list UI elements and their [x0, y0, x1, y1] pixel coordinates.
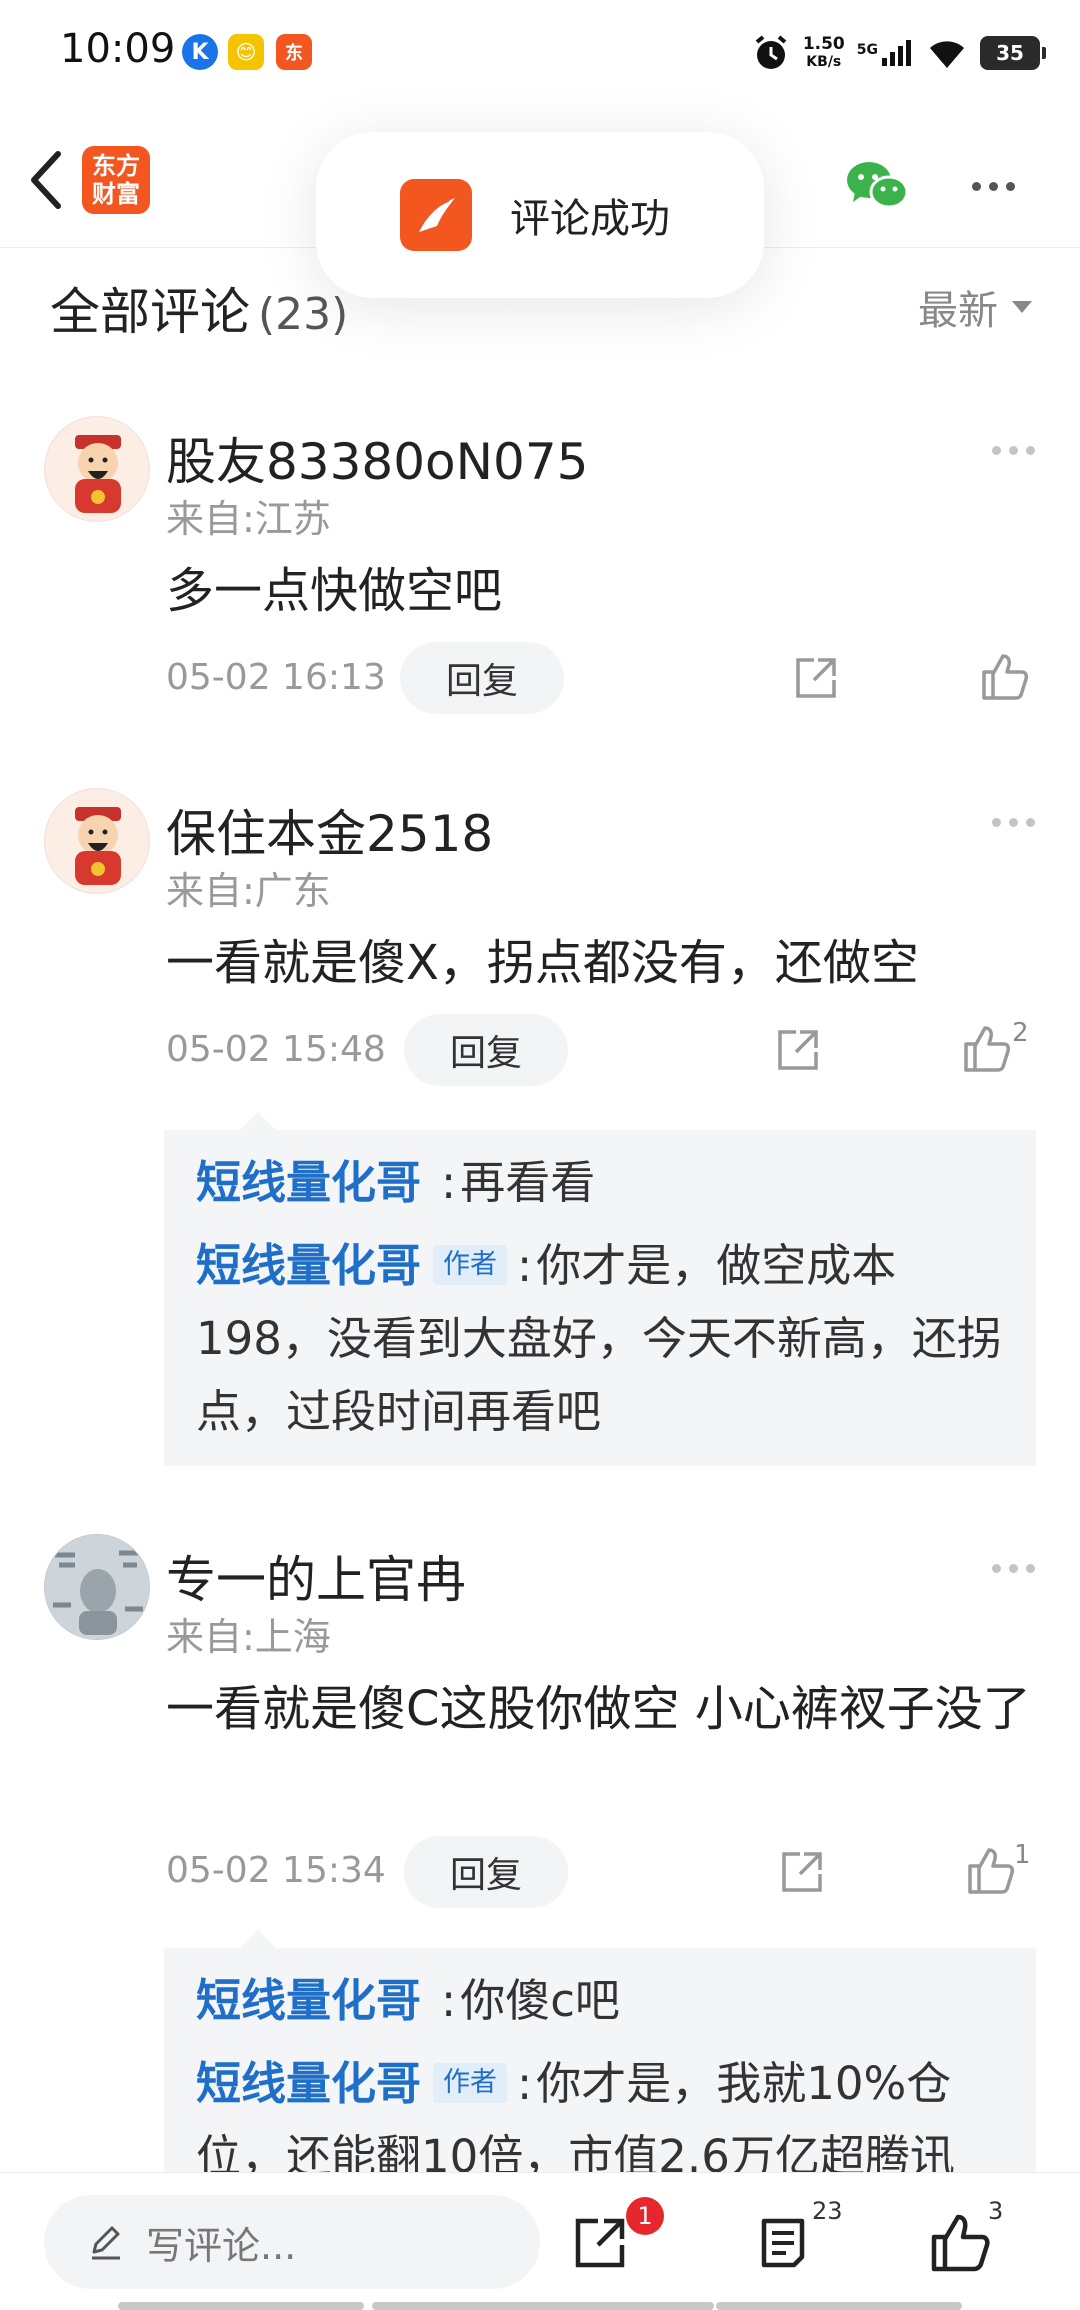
comment-location: 来自:上海: [166, 1615, 331, 1659]
alarm-icon: [755, 35, 787, 69]
eastmoney-logo[interactable]: 东方 财富: [82, 146, 150, 214]
like-count: 1: [1014, 1840, 1031, 1870]
thumbs-up-icon[interactable]: [930, 2213, 990, 2273]
comments-header: 全部评论 (23): [50, 272, 348, 344]
comment-item: 股友83380oN075 来自:江苏 多一点快做空吧 05-02 16:13 回…: [0, 410, 1080, 750]
home-indicator: [118, 2302, 364, 2310]
comment-username[interactable]: 保住本金2518: [166, 794, 493, 866]
reply-button[interactable]: 回复: [404, 1836, 568, 1908]
comment-time: 05-02 15:34: [166, 1850, 386, 1891]
reply-thread: 短线量化哥:再看看 短线量化哥 作者:你才是，做空成本198，没看到大盘好，今天不…: [164, 1130, 1036, 1466]
reply-item[interactable]: 短线量化哥 作者:你才是，做空成本198，没看到大盘好，今天不新高，还拐点，过段时…: [196, 1229, 1006, 1448]
comments-count: (23): [258, 289, 349, 340]
comment-more-icon[interactable]: [992, 440, 1052, 455]
eastmoney-app-icon: [400, 179, 472, 251]
clock: 10:09: [60, 26, 176, 72]
share-icon[interactable]: [570, 2213, 630, 2273]
reply-author[interactable]: 短线量化哥: [196, 1974, 421, 2027]
comment-text[interactable]: 一看就是傻C这股你做空 小心裤衩子没了: [166, 1672, 1046, 1746]
more-options-icon[interactable]: [972, 176, 1032, 192]
status-bar: 10:09 K 😊 东 1.50 KB/s 5G 35: [0, 0, 1080, 110]
write-comment-placeholder: 写评论...: [146, 2223, 297, 2268]
triangle-down-icon: [1012, 301, 1032, 313]
avatar[interactable]: [44, 416, 150, 522]
reply-item[interactable]: 短线量化哥:你傻c吧: [196, 1964, 1006, 2037]
battery-icon: 35: [980, 36, 1046, 70]
reply-button[interactable]: 回复: [400, 642, 564, 714]
comment-text[interactable]: 一看就是傻X，拐点都没有，还做空: [166, 926, 1046, 1000]
thumbs-up-icon[interactable]: [980, 652, 1030, 702]
wechat-share-icon[interactable]: [845, 158, 909, 214]
comment-time: 05-02 15:48: [166, 1029, 386, 1070]
thumbs-up-icon[interactable]: [966, 1846, 1016, 1896]
comment-location: 来自:江苏: [166, 497, 331, 541]
avatar[interactable]: [44, 1534, 150, 1640]
comments-title: 全部评论: [50, 283, 250, 341]
k-app-notification-icon: K: [182, 34, 218, 70]
eastmoney-notification-icon: 东: [276, 34, 312, 70]
comment-item: 专一的上官冉 来自:上海 一看就是傻C这股你做空 小心裤衩子没了 05-02 1…: [0, 1528, 1080, 2211]
signal-icon: 5G: [857, 38, 914, 68]
sort-dropdown[interactable]: 最新: [918, 278, 1032, 336]
reply-text: 再看看: [460, 1156, 596, 1209]
comment-item: 保住本金2518 来自:广东 一看就是傻X，拐点都没有，还做空 05-02 15…: [0, 782, 1080, 1482]
like-count: 2: [1012, 1018, 1029, 1048]
home-indicator: [372, 2302, 714, 2310]
comment-location: 来自:广东: [166, 869, 331, 913]
share-badge: 1: [626, 2197, 664, 2235]
success-toast: 评论成功: [316, 132, 764, 298]
author-badge: 作者: [433, 2063, 508, 2103]
comment-text[interactable]: 多一点快做空吧: [166, 554, 1046, 628]
comment-username[interactable]: 专一的上官冉: [166, 1540, 466, 1612]
write-comment-input[interactable]: 写评论...: [44, 2195, 540, 2289]
sort-label: 最新: [918, 288, 998, 334]
reply-item[interactable]: 短线量化哥:再看看: [196, 1146, 1006, 1219]
share-icon[interactable]: [774, 1026, 822, 1074]
avatar[interactable]: [44, 788, 150, 894]
status-indicators: 1.50 KB/s 5G 35: [751, 28, 1046, 78]
reply-text: 你傻c吧: [460, 1974, 620, 2027]
thumbs-up-icon[interactable]: [962, 1024, 1012, 1074]
reply-button[interactable]: 回复: [404, 1014, 568, 1086]
comment-more-icon[interactable]: [992, 1558, 1052, 1573]
bottom-action-bar: 写评论... 1 23 3: [0, 2172, 1080, 2310]
comments-count-badge: 23: [812, 2197, 843, 2225]
comment-more-icon[interactable]: [992, 812, 1052, 827]
net-speed: 1.50 KB/s: [802, 34, 845, 70]
reply-author[interactable]: 短线量化哥: [196, 1156, 421, 1209]
home-indicator: [716, 2302, 962, 2310]
wifi-icon: [930, 41, 964, 68]
reply-box-tail: [240, 1112, 276, 1130]
comment-username[interactable]: 股友83380oN075: [166, 422, 589, 494]
toast-message: 评论成功: [510, 196, 670, 242]
reply-box-tail: [240, 1930, 276, 1948]
share-icon[interactable]: [792, 654, 840, 702]
pencil-icon: [92, 2226, 120, 2260]
smile-app-notification-icon: 😊: [228, 34, 264, 70]
reply-author[interactable]: 短线量化哥: [196, 2057, 421, 2110]
share-icon[interactable]: [778, 1848, 826, 1896]
comments-list-icon[interactable]: [754, 2213, 814, 2273]
comment-time: 05-02 16:13: [166, 657, 386, 698]
back-arrow-icon[interactable]: [22, 148, 72, 212]
like-count-badge: 3: [988, 2197, 1004, 2225]
reply-author[interactable]: 短线量化哥: [196, 1239, 421, 1292]
author-badge: 作者: [433, 1245, 508, 1285]
